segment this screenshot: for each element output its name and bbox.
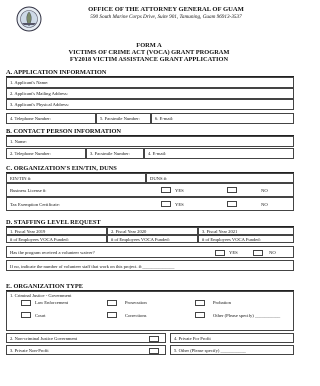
tax-exemption-label: Tax Exemption Certificate: xyxy=(10,202,60,207)
fy2019-label: 1. Fiscal Year 2019 xyxy=(10,229,46,234)
probation-checkbox[interactable] xyxy=(195,300,205,306)
guam-seal-icon xyxy=(16,6,42,32)
form-page: OFFICE OF THE ATTORNEY GENERAL OF GUAM 5… xyxy=(0,0,298,386)
business-license-label: Business License #: xyxy=(10,188,47,193)
private-for-profit-label: 4. Private For Profit xyxy=(174,336,211,341)
section-a-title: A. APPLICATION INFORMATION xyxy=(6,69,294,77)
section-d-title: D. STAFFING LEVEL REQUEST xyxy=(6,219,294,227)
fy2021-header: 3. Fiscal Year 2021 xyxy=(198,227,294,235)
law-enforcement-checkbox[interactable] xyxy=(21,300,31,306)
physical-address-label: 3. Applicant's Physical Address: xyxy=(10,102,70,107)
private-for-profit-row: 4. Private For Profit xyxy=(170,333,294,343)
fy2020-header: 2. Fiscal Year 2020 xyxy=(107,227,198,235)
court-label: Court xyxy=(35,313,46,318)
private-non-profit-row: 3. Private Non-Profit xyxy=(6,345,166,355)
tax-exemption-no-label: NO xyxy=(261,202,268,207)
fy2019-employees-label: # of Employees VOCA Funded: xyxy=(10,237,69,242)
probation-label: Probation xyxy=(213,300,231,305)
office-address: 590 South Marine Corps Drive, Suite 901,… xyxy=(90,14,242,20)
tax-exemption-yes-checkbox[interactable] xyxy=(161,201,171,207)
volunteer-waiver-no-label: NO xyxy=(269,250,276,255)
criminal-justice-label: 1. Criminal Justice - Government xyxy=(10,293,72,298)
tax-exemption-yes-label: YES xyxy=(175,202,184,207)
applicant-name-label: 1. Applicant's Name: xyxy=(10,80,49,85)
section-b-title: B. CONTACT PERSON INFORMATION xyxy=(6,128,294,136)
ein-field[interactable]: EIN/TIN #: xyxy=(6,173,146,183)
other-type-label: 5. Other (Please specify) ___________ xyxy=(174,348,246,353)
duns-field[interactable]: DUNS #: xyxy=(146,173,294,183)
physical-address-field[interactable]: 3. Applicant's Physical Address: xyxy=(6,99,294,110)
fy2020-label: 2. Fiscal Year 2020 xyxy=(111,229,147,234)
law-enforcement-label: Law Enforcement xyxy=(35,300,69,305)
contact-name-field[interactable]: 1. Name: xyxy=(6,136,294,147)
duns-label: DUNS #: xyxy=(150,176,168,181)
fy2019-employees-field[interactable]: # of Employees VOCA Funded: xyxy=(6,235,107,243)
private-non-profit-label: 3. Private Non-Profit xyxy=(10,348,49,353)
business-license-no-label: NO xyxy=(261,188,268,193)
business-license-yes-checkbox[interactable] xyxy=(161,187,171,193)
fy2019-header: 1. Fiscal Year 2019 xyxy=(6,227,107,235)
corrections-checkbox[interactable] xyxy=(107,312,117,318)
prosecution-checkbox[interactable] xyxy=(107,300,117,306)
contact-facsimile-field[interactable]: 3. Facsimile Number: xyxy=(86,148,144,159)
corrections-label: Corrections xyxy=(125,313,147,318)
volunteer-waiver-row: Has the program received a volunteer wai… xyxy=(6,246,294,258)
section-e-title: E. ORGANIZATION TYPE xyxy=(6,283,294,291)
form-title: VICTIMS OF CRIME ACT (VOCA) GRANT PROGRA… xyxy=(68,49,230,56)
mailing-address-field[interactable]: 2. Applicant's Mailing Address: xyxy=(6,88,294,99)
fy2021-employees-field[interactable]: # of Employees VOCA Funded: xyxy=(198,235,294,243)
form-subtitle: FY2018 VICTIM ASSISTANCE GRANT APPLICATI… xyxy=(69,56,229,63)
form-label: FORM A xyxy=(136,42,162,49)
other-government-label: Other (Please specify) ___________ xyxy=(213,313,281,318)
telephone-label: 4. Telephone Number: xyxy=(10,116,52,121)
contact-telephone-field[interactable]: 2. Telephone Number: xyxy=(6,148,86,159)
contact-email-field[interactable]: 4. E-mail: xyxy=(144,148,294,159)
private-non-profit-checkbox[interactable] xyxy=(149,347,159,354)
business-license-no-checkbox[interactable] xyxy=(227,187,237,193)
contact-email-label: 4. E-mail: xyxy=(148,151,167,156)
other-government-checkbox[interactable] xyxy=(195,312,205,318)
applicant-name-field[interactable]: 1. Applicant's Name: xyxy=(6,77,294,88)
section-c-title: C. ORGANIZATION'S EIN/TIN, DUNS xyxy=(6,165,294,173)
facsimile-field[interactable]: 5. Facsimile Number: xyxy=(96,113,151,124)
business-license-row: Business License #: YES NO xyxy=(6,183,294,197)
volunteer-count-field[interactable]: If no, indicate the number of volunteer … xyxy=(6,260,294,271)
email-field[interactable]: 6. E-mail: xyxy=(151,113,294,124)
volunteer-waiver-yes-label: YES xyxy=(229,250,238,255)
volunteer-waiver-question: Has the program received a volunteer wai… xyxy=(10,250,95,255)
telephone-field[interactable]: 4. Telephone Number: xyxy=(6,113,96,124)
contact-telephone-label: 2. Telephone Number: xyxy=(10,151,52,156)
prosecution-label: Prosecution xyxy=(125,300,147,305)
office-title: OFFICE OF THE ATTORNEY GENERAL OF GUAM xyxy=(88,6,244,13)
fy2021-label: 3. Fiscal Year 2021 xyxy=(202,229,238,234)
contact-name-label: 1. Name: xyxy=(10,139,27,144)
criminal-justice-group: 1. Criminal Justice - Government Law Enf… xyxy=(6,291,294,331)
ein-label: EIN/TIN #: xyxy=(10,176,32,181)
non-criminal-justice-checkbox[interactable] xyxy=(149,335,159,342)
tax-exemption-no-checkbox[interactable] xyxy=(227,201,237,207)
tax-exemption-row: Tax Exemption Certificate: YES NO xyxy=(6,197,294,211)
fy2021-employees-label: # of Employees VOCA Funded: xyxy=(202,237,261,242)
non-criminal-justice-label: 2. Non-criminal Justice Government xyxy=(10,336,78,341)
volunteer-count-label: If no, indicate the number of volunteer … xyxy=(10,264,175,269)
volunteer-waiver-no-checkbox[interactable] xyxy=(253,250,263,256)
non-criminal-justice-row: 2. Non-criminal Justice Government xyxy=(6,333,166,343)
email-label: 6. E-mail: xyxy=(155,116,174,121)
other-type-row: 5. Other (Please specify) ___________ xyxy=(170,345,294,355)
fy2020-employees-label: # of Employees VOCA Funded: xyxy=(111,237,170,242)
facsimile-label: 5. Facsimile Number: xyxy=(100,116,140,121)
volunteer-waiver-yes-checkbox[interactable] xyxy=(215,250,225,256)
court-checkbox[interactable] xyxy=(21,312,31,318)
contact-facsimile-label: 3. Facsimile Number: xyxy=(90,151,130,156)
mailing-address-label: 2. Applicant's Mailing Address: xyxy=(10,91,68,96)
fy2020-employees-field[interactable]: # of Employees VOCA Funded: xyxy=(107,235,198,243)
business-license-yes-label: YES xyxy=(175,188,184,193)
